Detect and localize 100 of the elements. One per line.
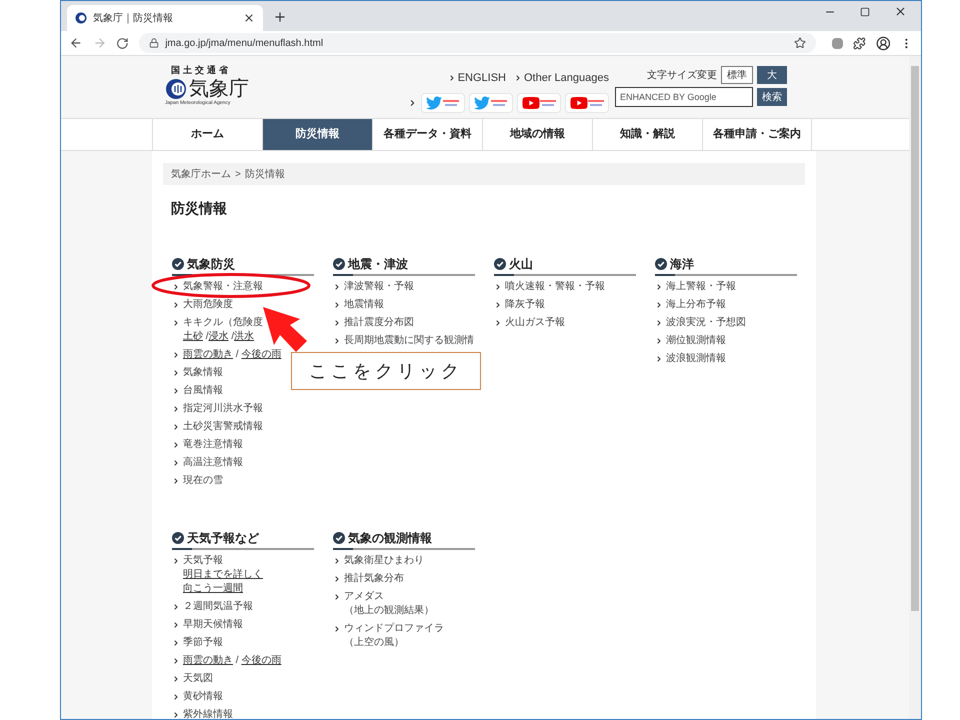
menu-link[interactable]: 海上分布予報 [666, 298, 726, 312]
chevron-icon [172, 657, 180, 665]
search-button[interactable]: 検索 [757, 88, 787, 106]
chevron-icon [172, 603, 180, 611]
menu-link[interactable]: キキクル（危険度 [183, 316, 263, 330]
menu-link[interactable]: 早期天候情報 [183, 618, 243, 632]
text-link[interactable]: 洪水 [234, 330, 254, 344]
social-link[interactable] [421, 92, 465, 112]
breadcrumb-separator: > [235, 168, 241, 182]
menu-link[interactable]: ウィンドプロファイラ [344, 622, 444, 636]
menu-link[interactable]: （上空の風） [344, 636, 404, 650]
menu-link[interactable]: 土砂災害警戒情報 [183, 420, 263, 434]
scrollbar[interactable] [909, 56, 921, 719]
chevron-icon [172, 301, 180, 309]
menu-link[interactable]: アメダス [344, 590, 384, 604]
back-icon[interactable] [69, 36, 83, 50]
page-title: 防災情報 [171, 199, 228, 218]
chevron-icon [172, 405, 180, 413]
text-link[interactable]: 浸水 [208, 330, 229, 344]
text-link[interactable]: 今後の雨 [241, 654, 282, 668]
chevron-icon [172, 441, 180, 449]
menu-link[interactable]: 長周期地震動に関する観測情 [344, 334, 474, 348]
text-link[interactable]: 雨雲の動き [183, 348, 233, 362]
menu-link[interactable]: 高温注意情報 [183, 456, 243, 470]
text-link[interactable]: 雨雲の動き [183, 654, 233, 668]
address-bar[interactable]: jma.go.jp/jma/menu/menuflash.html [139, 33, 816, 53]
menu-link[interactable]: 気象衛星ひまわり [344, 554, 424, 568]
menu-link[interactable]: 黄砂情報 [183, 690, 223, 704]
text-link[interactable]: 土砂 [183, 330, 203, 344]
check-circle-icon [494, 258, 506, 270]
profile-icon[interactable] [876, 36, 890, 50]
nav-tab[interactable]: 防災情報 [262, 119, 372, 150]
menu-link[interactable]: 天気予報 [183, 554, 223, 568]
menu-link[interactable]: 天気図 [183, 672, 213, 686]
menu-link[interactable]: 波浪観測情報 [666, 352, 726, 366]
menu-link[interactable]: 季節予報 [183, 636, 223, 650]
menu-link[interactable]: 降灰予報 [505, 298, 545, 312]
chevron-icon [172, 621, 180, 629]
menu-link[interactable]: 火山ガス予報 [505, 316, 565, 330]
chevron-icon [655, 319, 663, 327]
lock-icon [149, 38, 160, 48]
menu-link[interactable]: 大雨危険度 [183, 298, 233, 312]
bird-icon [474, 94, 490, 110]
menu-link[interactable]: 波浪実況・予想図 [666, 316, 746, 330]
search-field[interactable]: ENHANCED BY Google [615, 87, 753, 107]
chevron-icon [172, 351, 180, 359]
menu-link[interactable]: 竜巻注意情報 [183, 438, 243, 452]
new-tab-icon[interactable] [273, 10, 287, 24]
menu-link[interactable]: / [203, 330, 209, 344]
menu-link[interactable]: 噴火速報・警報・予報 [505, 280, 605, 294]
chevron-icon [448, 74, 456, 82]
close-window-icon[interactable] [894, 5, 907, 18]
font-size-button[interactable]: 標準 [721, 66, 753, 84]
social-link[interactable] [469, 92, 513, 112]
nav-tab[interactable]: 各種申請・ご案内 [702, 119, 812, 150]
check-circle-icon [172, 532, 184, 544]
text-link[interactable]: 向こう一週間 [183, 582, 243, 596]
extension-icon[interactable] [832, 38, 843, 48]
menu-link[interactable]: （地上の観測結果） [344, 604, 434, 618]
language-link[interactable]: Other Languages [514, 70, 609, 86]
text-link[interactable]: 今後の雨 [241, 348, 282, 362]
menu-link[interactable]: 気象情報 [183, 366, 223, 380]
menu-link[interactable]: / [233, 348, 242, 362]
text-link[interactable]: 明日までを詳しく [183, 568, 263, 582]
language-link[interactable]: ENGLISH [448, 70, 506, 86]
section-heading: 気象の観測情報 [348, 530, 432, 547]
menu-link[interactable]: 潮位観測情報 [666, 334, 726, 348]
menu-link[interactable]: 指定河川洪水予報 [183, 402, 263, 416]
menu-link[interactable]: 紫外線情報 [183, 708, 233, 719]
chevron-icon [333, 593, 341, 601]
puzzle-icon[interactable] [852, 36, 866, 50]
bookmark-star-icon[interactable] [794, 37, 806, 49]
ministry-name: 国土交通省 [171, 64, 232, 77]
menu-link[interactable]: 現在の雪 [183, 474, 223, 488]
section-heading: 気象防災 [187, 256, 235, 273]
agency-logo[interactable]: 気象庁 [189, 78, 249, 100]
reload-icon[interactable] [116, 36, 130, 50]
menu-link[interactable]: / [233, 654, 242, 668]
chevron-icon [172, 387, 180, 395]
menu-link[interactable]: 地震情報 [344, 298, 384, 312]
menu-link[interactable]: 津波警報・予報 [344, 280, 414, 294]
social-link[interactable] [517, 92, 561, 112]
section-heading: 地震・津波 [348, 256, 408, 273]
menu-link[interactable]: / [228, 330, 234, 344]
menu-link[interactable]: 台風情報 [183, 384, 223, 398]
chevron-icon [333, 283, 341, 291]
close-tab-icon[interactable] [243, 12, 255, 24]
chevron-icon [333, 557, 341, 565]
menu-link[interactable]: 推計震度分布図 [344, 316, 414, 330]
agency-logo-icon[interactable] [165, 78, 187, 100]
menu-link[interactable]: ２週間気温予報 [183, 600, 253, 614]
chevron-icon [172, 283, 180, 291]
font-size-button[interactable]: 大 [757, 66, 787, 84]
maximize-icon[interactable] [860, 6, 870, 16]
menu-link[interactable]: 海上警報・予報 [666, 280, 736, 294]
menu-link[interactable]: 推計気象分布 [344, 572, 404, 586]
breadcrumb-link[interactable]: 気象庁ホーム [171, 166, 231, 182]
social-link[interactable] [565, 92, 609, 112]
chevron-icon [494, 283, 502, 291]
check-circle-icon [333, 532, 345, 544]
